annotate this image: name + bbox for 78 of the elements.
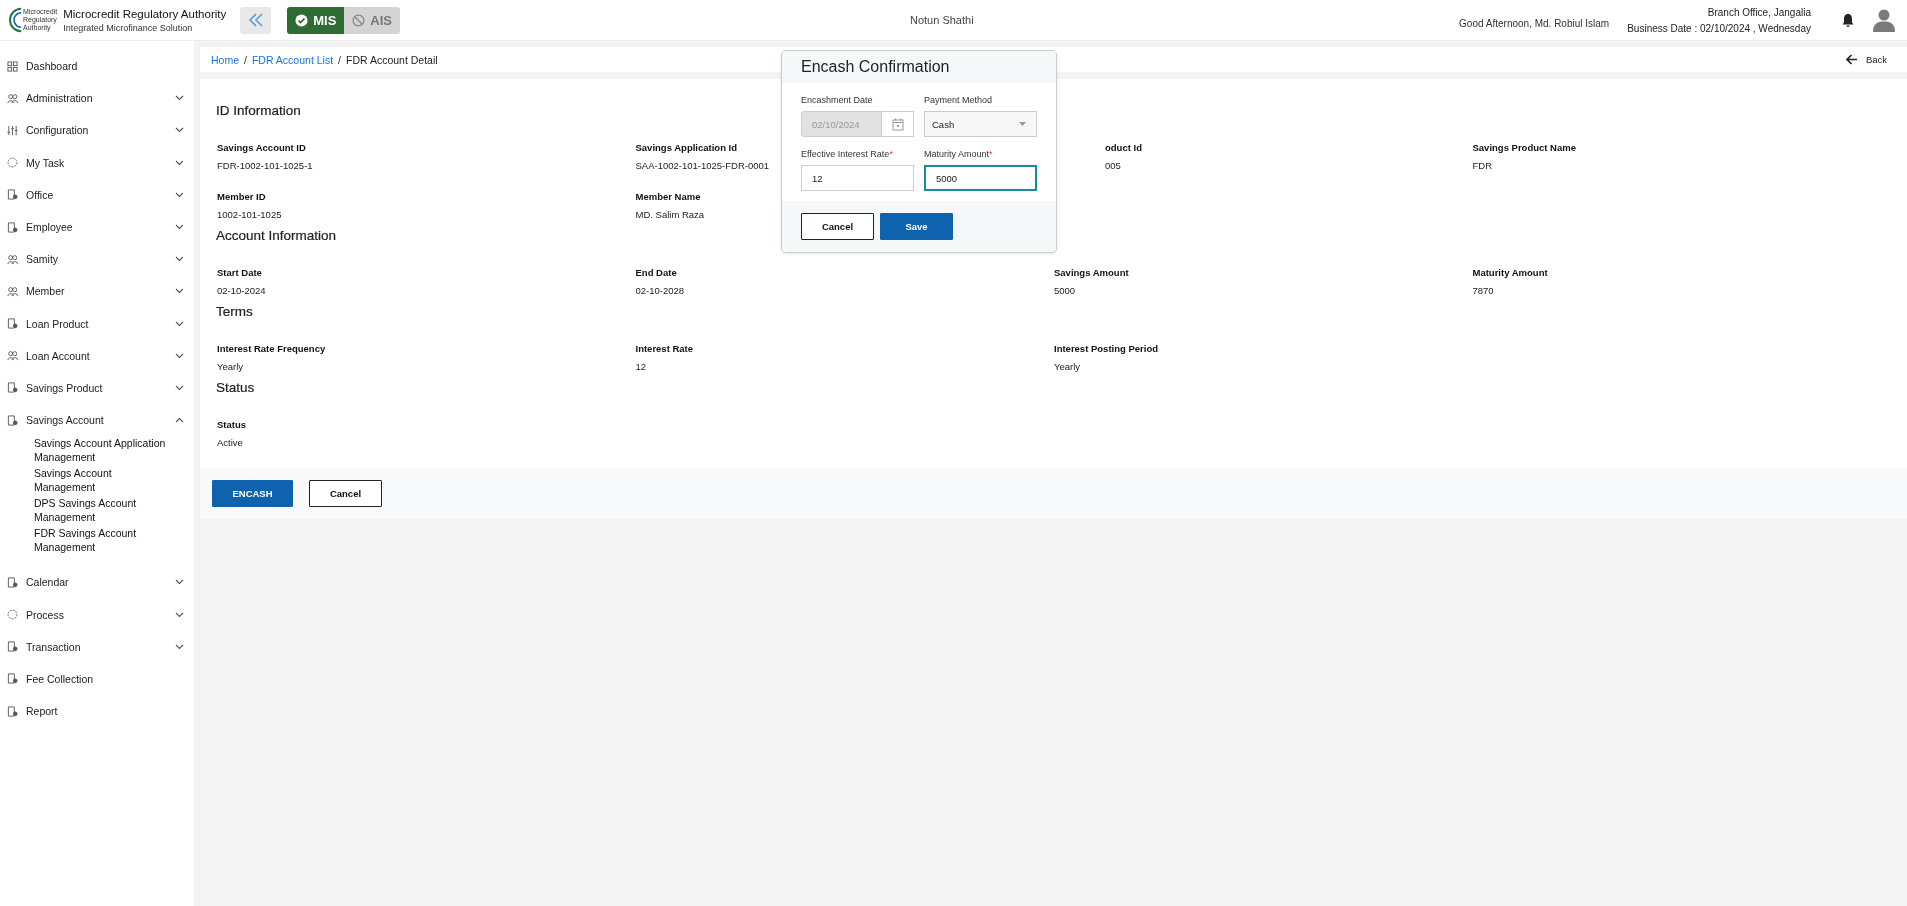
app-subtitle: Integrated Microfinance Solution xyxy=(63,22,194,33)
app-title: Microcredit Regulatory Authority xyxy=(63,7,227,20)
input-field[interactable]: 5000 xyxy=(924,165,1037,191)
sidebar-subitem[interactable]: DPS Savings Account Management xyxy=(34,496,169,525)
field-value: 5000 xyxy=(1054,285,1076,296)
field-label: Savings Amount xyxy=(1054,267,1129,278)
organization-name: Notun Shathi xyxy=(910,14,974,26)
field-value: FDR-1002-101-1025-1 xyxy=(217,160,313,171)
payment-method-select[interactable]: Cash xyxy=(924,111,1037,137)
back-button[interactable]: Back xyxy=(1839,53,1893,66)
section-heading: Terms xyxy=(216,304,253,319)
field-value: 005 xyxy=(1105,160,1121,171)
sidebar-item[interactable]: Samity xyxy=(0,243,194,276)
field-value: 7870 xyxy=(1472,285,1494,296)
breadcrumb-separator: / xyxy=(338,53,341,66)
sidebar-item[interactable]: Transaction xyxy=(0,630,194,663)
field-value: SAA-1002-101-1025-FDR-0001 xyxy=(635,160,770,171)
field-label: Interest Rate xyxy=(635,343,694,354)
field-label: Encashment Date xyxy=(801,95,874,105)
module-toggle[interactable]: MIS xyxy=(287,6,345,34)
sidebar-item[interactable]: Fee Collection xyxy=(0,662,194,695)
sidebar-item[interactable]: Office xyxy=(0,178,194,211)
greeting-text: Good Afternoon, Md. Robiul Islam xyxy=(1459,17,1610,31)
sidebar-item[interactable]: Configuration xyxy=(0,114,194,147)
encash-button[interactable]: ENCASH xyxy=(212,480,293,507)
field-label: Member ID xyxy=(217,191,266,202)
field-value: Active xyxy=(217,437,243,448)
breadcrumb-current: FDR Account Detail xyxy=(346,53,438,66)
sidebar-item[interactable]: Savings Account xyxy=(0,404,194,437)
business-date: Business Date : 02/10/2024 , Wednesday xyxy=(1627,22,1811,34)
field-label: Savings Product Name xyxy=(1472,142,1576,153)
field-value: Yearly xyxy=(217,361,244,372)
field-label: Savings Application Id xyxy=(635,142,738,153)
cancel-button[interactable]: Cancel xyxy=(309,480,382,507)
breadcrumb-separator: / xyxy=(244,53,247,66)
field-value: 1002-101-1025 xyxy=(217,209,282,220)
sidebar-item[interactable]: Loan Product xyxy=(0,307,194,340)
field-value: 02-10-2028 xyxy=(635,285,685,296)
field-label: oduct Id xyxy=(1105,142,1142,153)
section-heading: Account Information xyxy=(216,228,337,243)
field-value: 12 xyxy=(635,361,647,372)
sidebar-item[interactable]: Dashboard xyxy=(0,50,194,83)
input-field[interactable]: 12 xyxy=(801,165,914,191)
sidebar-item[interactable]: Employee xyxy=(0,210,194,244)
field-label: Status xyxy=(217,419,247,430)
breadcrumb-link[interactable]: Home xyxy=(211,53,239,66)
field-label: Interest Rate Frequency xyxy=(217,343,326,354)
sidebar-item[interactable]: My Task xyxy=(0,146,194,179)
field-label: Payment Method xyxy=(924,95,994,105)
field-value: FDR xyxy=(1472,160,1493,171)
field-label: Member Name xyxy=(635,191,701,202)
sidebar-subitem[interactable]: FDR Savings Account Management xyxy=(34,526,169,555)
sidebar-item[interactable]: Savings Product xyxy=(0,371,194,405)
sidebar-subitem[interactable]: Savings Account Management xyxy=(34,466,169,495)
field-label: Maturity Amount xyxy=(1472,267,1548,278)
field-label: Effective Interest Rate* xyxy=(801,149,894,159)
sidebar-item[interactable]: Report xyxy=(0,695,194,728)
sidebar-item[interactable]: Calendar xyxy=(0,566,194,599)
section-heading: ID Information xyxy=(216,103,301,118)
sidebar-item[interactable]: Process xyxy=(0,598,194,631)
field-value: Yearly xyxy=(1054,361,1081,372)
branch-name: Branch Office, Jangalia xyxy=(1707,6,1811,18)
field-label: Interest Posting Period xyxy=(1054,343,1158,354)
sidebar-item[interactable]: Loan Account xyxy=(0,339,194,372)
breadcrumb-link[interactable]: FDR Account List xyxy=(251,53,334,66)
field-value: MD. Salim Raza xyxy=(635,209,705,220)
field-label: Start Date xyxy=(217,267,262,278)
section-heading: Status xyxy=(216,380,255,395)
save-button[interactable]: Save xyxy=(880,213,953,240)
field-value: 02-10-2024 xyxy=(217,285,266,296)
field-label: End Date xyxy=(635,267,677,278)
sidebar-item[interactable]: Administration xyxy=(0,82,194,115)
cancel-button[interactable]: Cancel xyxy=(801,213,874,240)
sidebar-subitem[interactable]: Savings Account Application Management xyxy=(34,436,169,465)
sidebar-item[interactable]: Member xyxy=(0,275,194,308)
field-label: Savings Account ID xyxy=(217,142,306,153)
field-label: Maturity Amount* xyxy=(924,149,994,159)
dialog-title: Encash Confirmation xyxy=(801,58,951,76)
